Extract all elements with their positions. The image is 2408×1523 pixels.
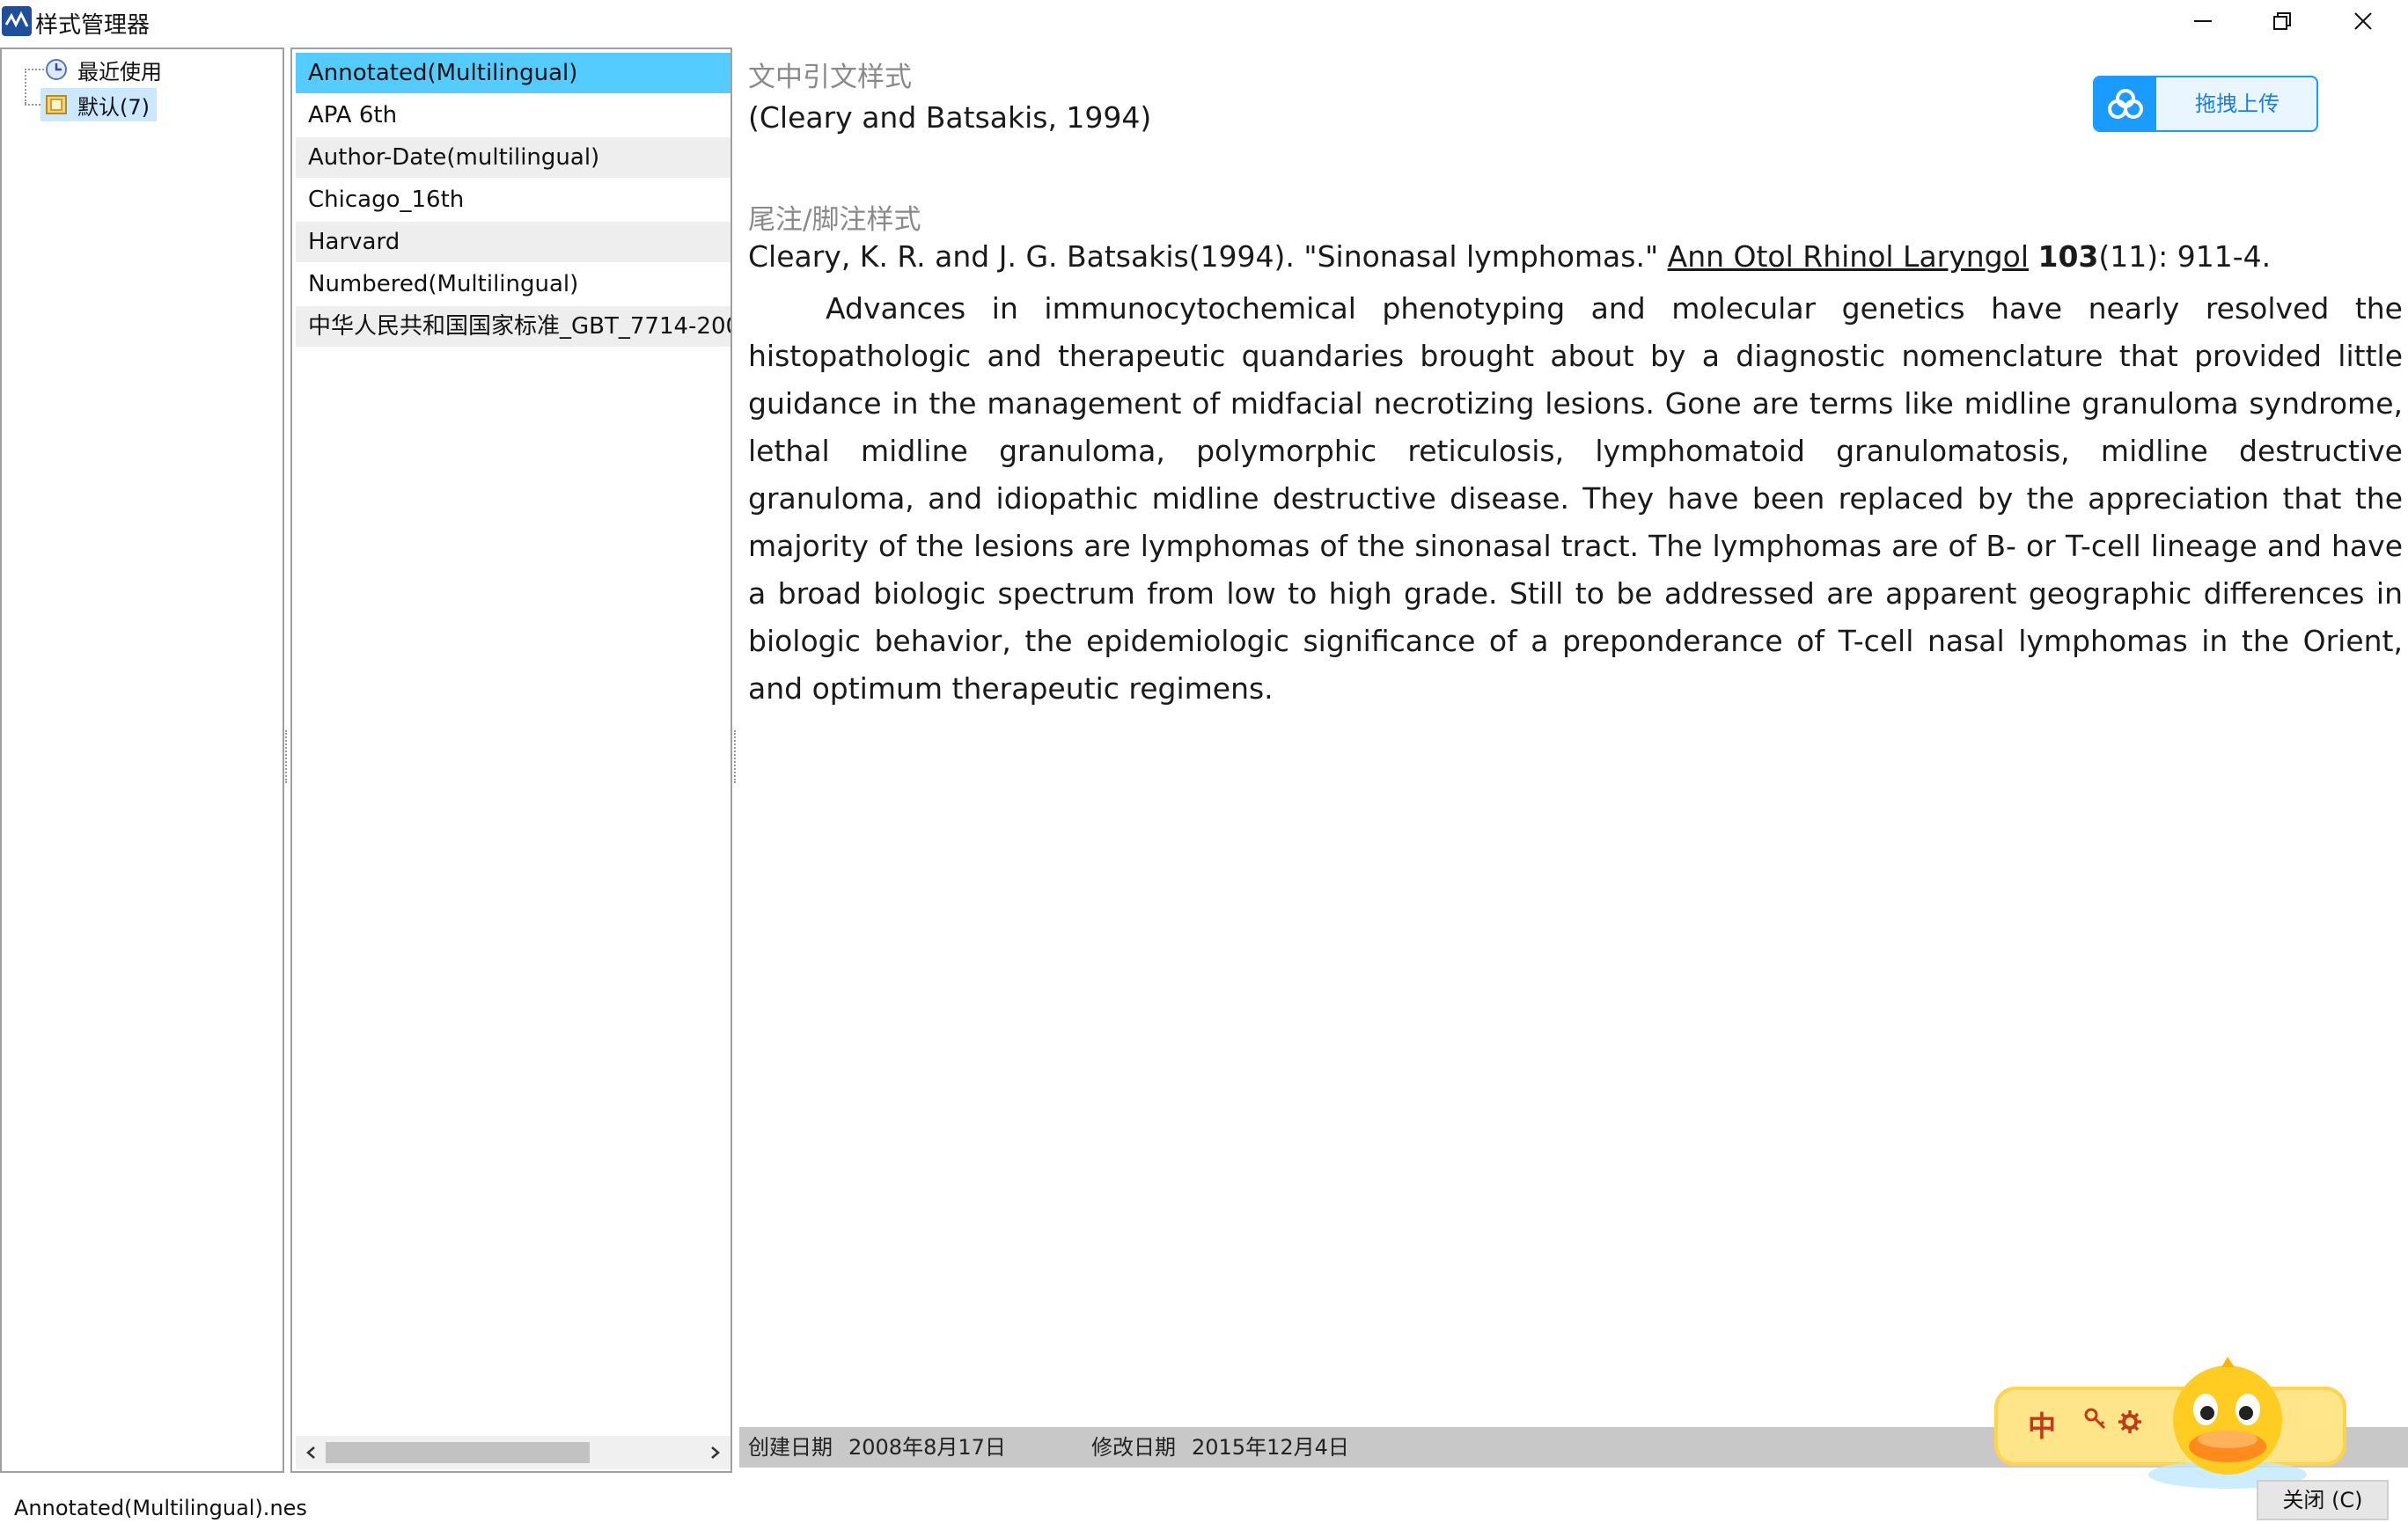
style-item-harvard[interactable]: Harvard — [296, 222, 730, 262]
created-date: 创建日期 2008年8月17日 — [748, 1427, 1006, 1468]
bib-authors-year: Cleary, K. R. and J. G. Batsakis(1994). … — [748, 239, 1668, 274]
style-item-chicago[interactable]: Chicago_16th — [296, 179, 730, 220]
scrollbar-thumb[interactable] — [326, 1442, 590, 1463]
gear-icon[interactable] — [2116, 1408, 2144, 1439]
style-item-gbt-7714[interactable]: 中华人民共和国国家标准_GBT_7714-2005 — [296, 306, 730, 347]
window-title: 样式管理器 — [35, 12, 150, 39]
scroll-right-button[interactable] — [701, 1436, 730, 1469]
horizontal-scrollbar[interactable] — [296, 1436, 730, 1469]
modified-date: 修改日期 2015年12月4日 — [1091, 1427, 1349, 1468]
key-icon[interactable] — [2082, 1406, 2109, 1436]
ime-mode-toggle[interactable]: 中 — [2028, 1404, 2056, 1445]
bib-volume: 103 — [2037, 239, 2099, 274]
app-logo-icon — [2, 6, 32, 36]
tree-item-default[interactable]: 默认(7) — [40, 88, 157, 121]
minimize-icon — [2194, 20, 2212, 22]
restore-icon — [2273, 12, 2291, 30]
bibliography-entry: Cleary, K. R. and J. G. Batsakis(1994). … — [748, 239, 2271, 274]
abstract-text: Advances in immunocytochemical phenotypi… — [748, 291, 2403, 706]
bib-issue-pages: (11): 911-4. — [2098, 239, 2272, 274]
tree-item-label: 最近使用 — [77, 59, 162, 84]
title-bar: 样式管理器 — [0, 0, 2408, 42]
style-preview-panel: 文中引文样式 (Cleary and Batsakis, 1994) 尾注/脚注… — [738, 48, 2408, 1473]
ime-toolbar: 中 — [1994, 1351, 2364, 1492]
tree-item-label: 默认(7) — [77, 94, 150, 120]
modified-date-label: 修改日期 — [1091, 1435, 1176, 1460]
footnote-style-label: 尾注/脚注样式 — [748, 204, 921, 236]
upload-button-label: 拖拽上传 — [2195, 92, 2280, 116]
restore-button[interactable] — [2243, 0, 2322, 42]
close-button[interactable]: 关闭 (C) — [2257, 1480, 2389, 1520]
duck-icon[interactable] — [2144, 1351, 2346, 1496]
folder-icon — [44, 92, 69, 117]
scroll-left-button[interactable] — [296, 1436, 326, 1469]
chevron-left-icon — [306, 1446, 315, 1459]
drag-upload-button[interactable]: 拖拽上传 — [2093, 76, 2318, 132]
folder-tree-panel: 最近使用 默认(7) — [0, 48, 284, 1473]
cloud-icon — [2095, 77, 2156, 130]
style-item-numbered[interactable]: Numbered(Multilingual) — [296, 264, 730, 304]
panel-splitter-left[interactable] — [285, 730, 289, 783]
close-window-button[interactable] — [2324, 0, 2403, 42]
created-date-label: 创建日期 — [748, 1435, 833, 1460]
minimize-button[interactable] — [2163, 0, 2243, 42]
style-list-panel: Annotated(Multilingual) APA 6th Author-D… — [290, 48, 732, 1473]
tree-item-recent[interactable]: 最近使用 — [40, 53, 169, 86]
tree-connector — [25, 69, 26, 104]
style-item-annotated[interactable]: Annotated(Multilingual) — [296, 53, 730, 93]
chevron-right-icon — [711, 1446, 720, 1459]
style-item-apa[interactable]: APA 6th — [296, 95, 730, 135]
style-manager-window: 样式管理器 最近使用 默认(7) Annotated(Multilingual)… — [0, 0, 2408, 1523]
in-text-citation-label: 文中引文样式 — [748, 62, 912, 93]
created-date-value: 2008年8月17日 — [848, 1435, 1006, 1460]
in-text-citation-example: (Cleary and Batsakis, 1994) — [748, 100, 1152, 135]
close-icon — [2354, 12, 2372, 30]
bib-journal: Ann Otol Rhinol Laryngol — [1667, 239, 2029, 274]
current-style-filename: Annotated(Multilingual).nes — [14, 1496, 307, 1520]
modified-date-value: 2015年12月4日 — [1192, 1435, 1349, 1460]
style-item-author-date[interactable]: Author-Date(multilingual) — [296, 137, 730, 178]
clock-icon — [44, 57, 69, 82]
